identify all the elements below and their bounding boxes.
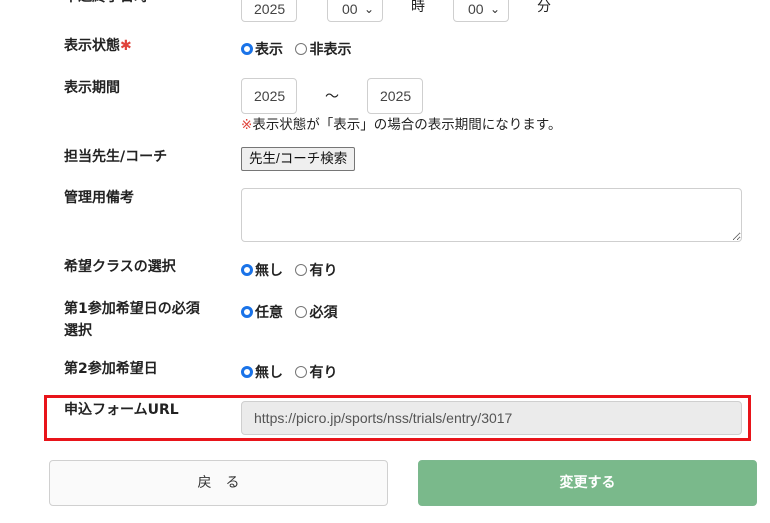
radio-required[interactable]: 必須 [295, 302, 337, 322]
back-button[interactable]: 戻 る [49, 460, 388, 506]
period-separator: 〜 [325, 89, 339, 105]
radio-optional-label: 任意 [255, 305, 283, 321]
radio-dot-selected[interactable] [241, 43, 253, 55]
radio-second-none-label: 無し [255, 365, 283, 381]
display-period-note: ※表示状態が「表示」の場合の表示期間になります。 [241, 113, 561, 133]
display-period-label: 表示期間 [64, 80, 120, 96]
minute-suffix: 分 [537, 0, 551, 15]
radio-dot[interactable] [295, 306, 308, 318]
radio-optional[interactable]: 任意 [241, 302, 283, 322]
period-from-year-input[interactable]: 2025 [241, 78, 297, 114]
class-selection-label: 希望クラスの選択 [64, 259, 176, 275]
first-date-required-label: 第1参加希望日の必須 選択 [64, 298, 200, 342]
end-year-input[interactable]: 2025 [241, 0, 297, 22]
radio-class-none-label: 無し [255, 263, 283, 279]
hour-suffix: 時 [411, 0, 425, 15]
radio-dot-selected[interactable] [241, 264, 253, 276]
note-mark: ※ [241, 117, 253, 133]
end-datetime-label: 申込終了日時 [64, 0, 148, 8]
radio-dot[interactable] [295, 366, 308, 378]
end-minute-select[interactable]: 00 ⌄ [453, 0, 509, 22]
class-selection-radios: 無し 有り [241, 260, 337, 280]
radio-dot[interactable] [295, 264, 308, 276]
radio-class-none[interactable]: 無し [241, 260, 283, 280]
form-url-label: 申込フォームURL [64, 402, 179, 418]
teacher-label: 担当先生/コーチ [64, 149, 168, 165]
display-status-radios: 表示 非表示 [241, 39, 351, 59]
period-to-year-value: 2025 [380, 88, 412, 104]
chevron-down-icon: ⌄ [363, 2, 374, 16]
radio-dot-selected[interactable] [241, 366, 253, 378]
radio-second-none[interactable]: 無し [241, 362, 283, 382]
note-text: 表示状態が「表示」の場合の表示期間になります。 [252, 117, 562, 133]
form-url-field[interactable]: https://picro.jp/sports/nss/trials/entry… [241, 401, 742, 435]
radio-hide-label: 非表示 [309, 42, 352, 58]
submit-button[interactable]: 変更する [418, 460, 757, 506]
radio-hide[interactable]: 非表示 [295, 39, 351, 59]
second-date-label: 第2参加希望日 [64, 361, 158, 377]
display-status-label: 表示状態✱ [64, 35, 132, 57]
admin-notes-label: 管理用備考 [64, 190, 134, 206]
radio-class-yes[interactable]: 有り [295, 260, 337, 280]
first-date-required-label-line1: 第1参加希望日の必須 [64, 301, 200, 317]
radio-required-label: 必須 [309, 305, 338, 321]
end-hour-select[interactable]: 00 ⌄ [327, 0, 383, 22]
first-date-required-radios: 任意 必須 [241, 302, 337, 322]
form-url-value: https://picro.jp/sports/nss/trials/entry… [254, 410, 513, 426]
end-minute-value: 00 [468, 1, 484, 17]
required-icon: ✱ [120, 38, 132, 54]
chevron-down-icon: ⌄ [489, 2, 500, 16]
radio-dot[interactable] [295, 43, 308, 55]
radio-dot-selected[interactable] [241, 306, 253, 318]
radio-second-yes-label: 有り [309, 365, 338, 381]
admin-notes-textarea[interactable] [241, 188, 742, 242]
radio-display-label: 表示 [255, 42, 283, 58]
first-date-required-label-line2: 選択 [64, 323, 92, 339]
radio-class-yes-label: 有り [309, 263, 338, 279]
period-to-year-input[interactable]: 2025 [367, 78, 423, 114]
display-status-label-text: 表示状態 [64, 38, 120, 54]
end-hour-value: 00 [342, 1, 358, 17]
radio-display[interactable]: 表示 [241, 39, 283, 59]
second-date-radios: 無し 有り [241, 362, 337, 382]
end-year-value: 2025 [254, 1, 286, 17]
radio-second-yes[interactable]: 有り [295, 362, 337, 382]
teacher-search-button[interactable]: 先生/コーチ検索 [241, 147, 356, 171]
period-from-year-value: 2025 [254, 88, 286, 104]
